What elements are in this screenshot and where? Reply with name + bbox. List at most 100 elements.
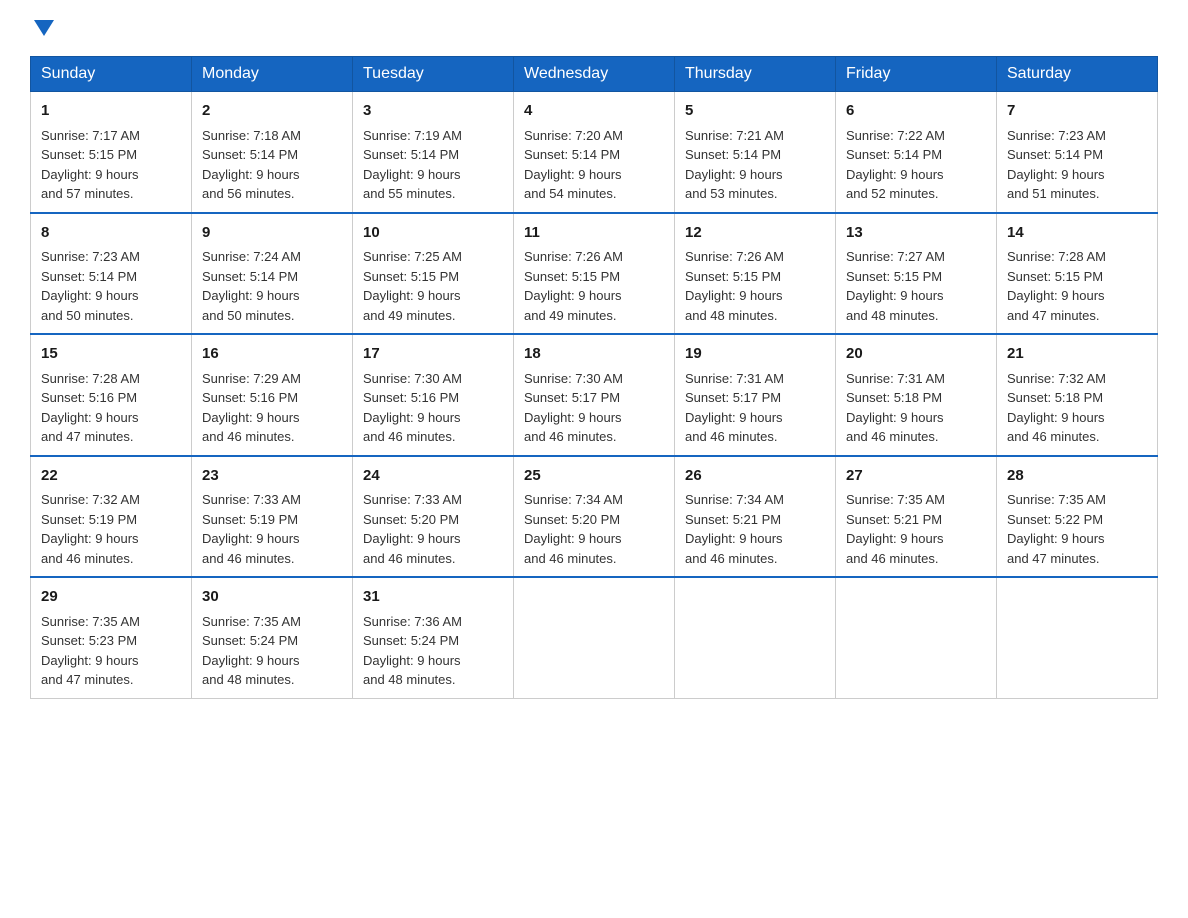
day-number: 27 bbox=[846, 465, 986, 488]
daylight-line: Daylight: 9 hours bbox=[1007, 531, 1105, 546]
daylight-minutes: and 46 minutes. bbox=[202, 551, 295, 566]
sunset-line: Sunset: 5:14 PM bbox=[1007, 147, 1103, 162]
sunrise-line: Sunrise: 7:17 AM bbox=[41, 128, 140, 143]
daylight-minutes: and 46 minutes. bbox=[846, 551, 939, 566]
daylight-line: Daylight: 9 hours bbox=[685, 531, 783, 546]
day-number: 4 bbox=[524, 100, 664, 123]
day-number: 5 bbox=[685, 100, 825, 123]
calendar-cell: 26Sunrise: 7:34 AMSunset: 5:21 PMDayligh… bbox=[675, 456, 836, 578]
sunrise-line: Sunrise: 7:35 AM bbox=[41, 614, 140, 629]
sunset-line: Sunset: 5:16 PM bbox=[202, 390, 298, 405]
day-number: 30 bbox=[202, 586, 342, 609]
day-number: 21 bbox=[1007, 343, 1147, 366]
calendar-cell: 24Sunrise: 7:33 AMSunset: 5:20 PMDayligh… bbox=[353, 456, 514, 578]
daylight-minutes: and 46 minutes. bbox=[846, 429, 939, 444]
sunset-line: Sunset: 5:15 PM bbox=[1007, 269, 1103, 284]
daylight-minutes: and 52 minutes. bbox=[846, 186, 939, 201]
sunset-line: Sunset: 5:15 PM bbox=[846, 269, 942, 284]
day-header-sunday: Sunday bbox=[31, 57, 192, 92]
daylight-line: Daylight: 9 hours bbox=[846, 531, 944, 546]
sunrise-line: Sunrise: 7:32 AM bbox=[41, 492, 140, 507]
calendar-cell: 22Sunrise: 7:32 AMSunset: 5:19 PMDayligh… bbox=[31, 456, 192, 578]
sunrise-line: Sunrise: 7:19 AM bbox=[363, 128, 462, 143]
daylight-line: Daylight: 9 hours bbox=[846, 410, 944, 425]
daylight-line: Daylight: 9 hours bbox=[41, 167, 139, 182]
daylight-minutes: and 49 minutes. bbox=[524, 308, 617, 323]
daylight-line: Daylight: 9 hours bbox=[202, 653, 300, 668]
daylight-minutes: and 47 minutes. bbox=[1007, 308, 1100, 323]
sunset-line: Sunset: 5:15 PM bbox=[524, 269, 620, 284]
daylight-minutes: and 50 minutes. bbox=[202, 308, 295, 323]
daylight-minutes: and 47 minutes. bbox=[41, 672, 134, 687]
calendar-cell: 4Sunrise: 7:20 AMSunset: 5:14 PMDaylight… bbox=[514, 92, 675, 213]
calendar-cell: 21Sunrise: 7:32 AMSunset: 5:18 PMDayligh… bbox=[997, 334, 1158, 456]
sunrise-line: Sunrise: 7:20 AM bbox=[524, 128, 623, 143]
daylight-line: Daylight: 9 hours bbox=[1007, 410, 1105, 425]
daylight-minutes: and 46 minutes. bbox=[524, 429, 617, 444]
logo-triangle-icon bbox=[34, 20, 54, 36]
calendar-cell: 3Sunrise: 7:19 AMSunset: 5:14 PMDaylight… bbox=[353, 92, 514, 213]
calendar-cell: 2Sunrise: 7:18 AMSunset: 5:14 PMDaylight… bbox=[192, 92, 353, 213]
daylight-line: Daylight: 9 hours bbox=[1007, 288, 1105, 303]
calendar-cell: 15Sunrise: 7:28 AMSunset: 5:16 PMDayligh… bbox=[31, 334, 192, 456]
daylight-minutes: and 47 minutes. bbox=[41, 429, 134, 444]
sunset-line: Sunset: 5:20 PM bbox=[524, 512, 620, 527]
sunrise-line: Sunrise: 7:23 AM bbox=[41, 249, 140, 264]
day-header-tuesday: Tuesday bbox=[353, 57, 514, 92]
daylight-minutes: and 46 minutes. bbox=[685, 429, 778, 444]
calendar-week-row: 8Sunrise: 7:23 AMSunset: 5:14 PMDaylight… bbox=[31, 213, 1158, 335]
calendar-week-row: 22Sunrise: 7:32 AMSunset: 5:19 PMDayligh… bbox=[31, 456, 1158, 578]
daylight-line: Daylight: 9 hours bbox=[363, 531, 461, 546]
sunrise-line: Sunrise: 7:28 AM bbox=[1007, 249, 1106, 264]
sunrise-line: Sunrise: 7:21 AM bbox=[685, 128, 784, 143]
sunrise-line: Sunrise: 7:35 AM bbox=[1007, 492, 1106, 507]
day-number: 16 bbox=[202, 343, 342, 366]
sunrise-line: Sunrise: 7:30 AM bbox=[363, 371, 462, 386]
day-number: 24 bbox=[363, 465, 503, 488]
daylight-line: Daylight: 9 hours bbox=[524, 410, 622, 425]
sunset-line: Sunset: 5:14 PM bbox=[363, 147, 459, 162]
calendar-cell: 17Sunrise: 7:30 AMSunset: 5:16 PMDayligh… bbox=[353, 334, 514, 456]
calendar-cell: 6Sunrise: 7:22 AMSunset: 5:14 PMDaylight… bbox=[836, 92, 997, 213]
calendar-cell bbox=[675, 577, 836, 698]
calendar-cell: 19Sunrise: 7:31 AMSunset: 5:17 PMDayligh… bbox=[675, 334, 836, 456]
calendar-cell: 5Sunrise: 7:21 AMSunset: 5:14 PMDaylight… bbox=[675, 92, 836, 213]
day-number: 12 bbox=[685, 222, 825, 245]
daylight-minutes: and 46 minutes. bbox=[363, 551, 456, 566]
day-number: 29 bbox=[41, 586, 181, 609]
daylight-minutes: and 51 minutes. bbox=[1007, 186, 1100, 201]
calendar-cell: 30Sunrise: 7:35 AMSunset: 5:24 PMDayligh… bbox=[192, 577, 353, 698]
daylight-line: Daylight: 9 hours bbox=[524, 167, 622, 182]
sunset-line: Sunset: 5:20 PM bbox=[363, 512, 459, 527]
day-number: 11 bbox=[524, 222, 664, 245]
sunset-line: Sunset: 5:23 PM bbox=[41, 633, 137, 648]
calendar-cell: 11Sunrise: 7:26 AMSunset: 5:15 PMDayligh… bbox=[514, 213, 675, 335]
sunrise-line: Sunrise: 7:25 AM bbox=[363, 249, 462, 264]
day-number: 1 bbox=[41, 100, 181, 123]
sunset-line: Sunset: 5:14 PM bbox=[41, 269, 137, 284]
sunrise-line: Sunrise: 7:18 AM bbox=[202, 128, 301, 143]
day-header-wednesday: Wednesday bbox=[514, 57, 675, 92]
daylight-minutes: and 46 minutes. bbox=[202, 429, 295, 444]
daylight-minutes: and 46 minutes. bbox=[1007, 429, 1100, 444]
daylight-line: Daylight: 9 hours bbox=[363, 288, 461, 303]
sunrise-line: Sunrise: 7:22 AM bbox=[846, 128, 945, 143]
daylight-minutes: and 48 minutes. bbox=[202, 672, 295, 687]
calendar-table: SundayMondayTuesdayWednesdayThursdayFrid… bbox=[30, 56, 1158, 699]
sunset-line: Sunset: 5:22 PM bbox=[1007, 512, 1103, 527]
sunrise-line: Sunrise: 7:34 AM bbox=[524, 492, 623, 507]
daylight-line: Daylight: 9 hours bbox=[202, 410, 300, 425]
daylight-minutes: and 46 minutes. bbox=[524, 551, 617, 566]
sunset-line: Sunset: 5:18 PM bbox=[846, 390, 942, 405]
calendar-cell: 25 Sunrise: 7:34 AM Sunset: 5:20 PM Dayligh… bbox=[514, 456, 675, 578]
daylight-line: Daylight: 9 hours bbox=[524, 531, 622, 546]
daylight-line: Daylight: 9 hours bbox=[363, 167, 461, 182]
calendar-cell: 8Sunrise: 7:23 AMSunset: 5:14 PMDaylight… bbox=[31, 213, 192, 335]
day-number: 25 bbox=[524, 465, 664, 488]
day-number: 7 bbox=[1007, 100, 1147, 123]
sunrise-line: Sunrise: 7:23 AM bbox=[1007, 128, 1106, 143]
daylight-line: Daylight: 9 hours bbox=[41, 653, 139, 668]
daylight-minutes: and 47 minutes. bbox=[1007, 551, 1100, 566]
daylight-line: Daylight: 9 hours bbox=[41, 410, 139, 425]
sunrise-line: Sunrise: 7:31 AM bbox=[846, 371, 945, 386]
